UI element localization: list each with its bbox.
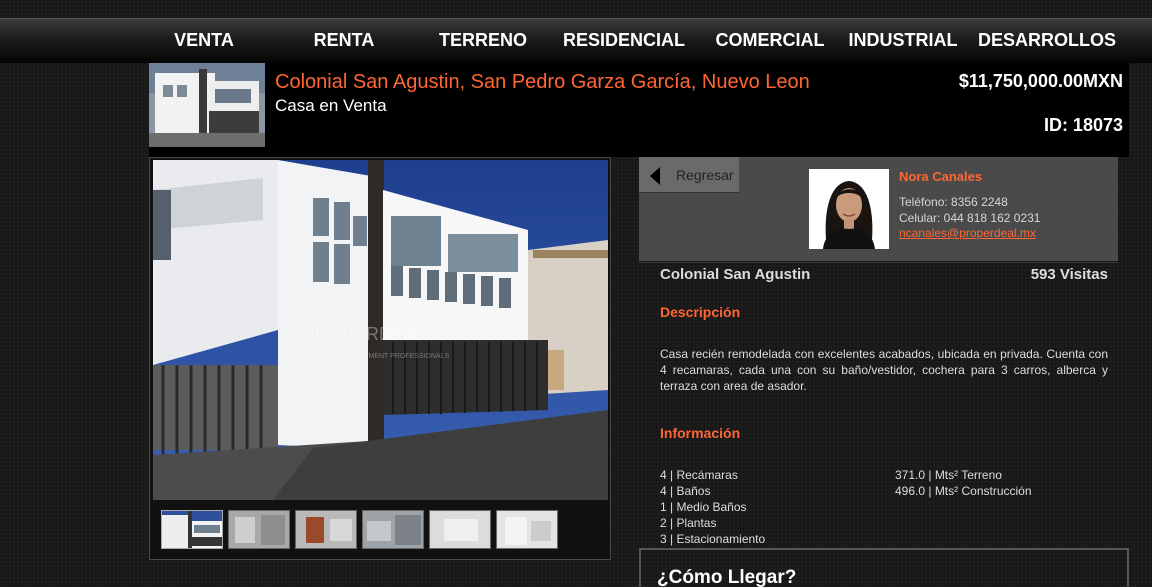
gallery-thumb-1[interactable] bbox=[161, 510, 223, 549]
visit-count: 593 Visitas bbox=[1030, 266, 1108, 283]
description-heading: Descripción bbox=[660, 304, 741, 320]
agent-avatar bbox=[809, 169, 889, 249]
spec-bathrooms: 4 | Baños bbox=[660, 484, 711, 498]
divider bbox=[639, 262, 1118, 263]
main-photo[interactable]: PROPERDEAL PROPERTY INVESTMENT PROFESSIO… bbox=[153, 160, 608, 500]
nav-comercial[interactable]: COMERCIAL bbox=[708, 19, 832, 64]
spec-half-baths: 1 | Medio Baños bbox=[660, 500, 747, 514]
agent-phone: Teléfono: 8356 2248 bbox=[899, 195, 1008, 209]
nav-industrial[interactable]: INDUSTRIAL bbox=[846, 19, 960, 64]
description-text: Casa recién remodelada con excelentes ac… bbox=[660, 347, 1108, 393]
listing-id: ID: 18073 bbox=[1043, 115, 1123, 135]
back-arrow-icon bbox=[650, 167, 660, 185]
listing-title: Colonial San Agustin, San Pedro Garza Ga… bbox=[275, 71, 810, 93]
listing-header: Colonial San Agustin, San Pedro Garza Ga… bbox=[149, 63, 1129, 157]
nav-venta[interactable]: VENTA bbox=[160, 19, 248, 64]
gallery-thumb-2[interactable] bbox=[228, 510, 290, 549]
spec-parking: 3 | Estacionamiento bbox=[660, 532, 766, 546]
nav-residencial[interactable]: RESIDENCIAL bbox=[560, 19, 688, 64]
gallery-thumb-4[interactable] bbox=[362, 510, 424, 549]
agent-email-link[interactable]: ncanales@properdeal.mx bbox=[899, 226, 1036, 240]
watermark-tagline: PROPERTY INVESTMENT PROFESSIONALS bbox=[303, 353, 450, 360]
gallery-thumb-5[interactable] bbox=[429, 510, 491, 549]
nav-desarrollos[interactable]: DESARROLLOS bbox=[978, 19, 1116, 64]
listing-thumbnail bbox=[149, 63, 265, 147]
spec-floors: 2 | Plantas bbox=[660, 516, 717, 530]
directions-panel: ¿Cómo Llegar? bbox=[639, 548, 1129, 587]
agent-cell: Celular: 044 818 162 0231 bbox=[899, 211, 1041, 225]
location-name: Colonial San Agustin bbox=[660, 266, 811, 283]
back-button[interactable]: Regresar bbox=[639, 157, 739, 193]
directions-title: ¿Cómo Llegar? bbox=[657, 567, 797, 587]
info-heading: Información bbox=[660, 425, 741, 441]
listing-price: $11,750,000.00MXN bbox=[958, 71, 1123, 91]
agent-panel: Regresar Nora Canales Teléfono: 8356 224… bbox=[639, 157, 1118, 261]
spec-bedrooms: 4 | Recámaras bbox=[660, 468, 738, 482]
photo-gallery: PROPERDEAL PROPERTY INVESTMENT PROFESSIO… bbox=[149, 157, 611, 560]
main-nav: VENTA RENTA TERRENO RESIDENCIAL COMERCIA… bbox=[0, 18, 1152, 63]
spec-built-area: 496.0 | Mts² Construcción bbox=[895, 484, 1032, 498]
spec-land-area: 371.0 | Mts² Terreno bbox=[895, 468, 1002, 482]
back-button-label: Regresar bbox=[676, 167, 734, 183]
listing-subtitle: Casa en Venta bbox=[275, 96, 387, 115]
agent-name: Nora Canales bbox=[899, 169, 983, 184]
nav-renta[interactable]: RENTA bbox=[300, 19, 388, 64]
nav-terreno[interactable]: TERRENO bbox=[430, 19, 536, 64]
gallery-thumb-6[interactable] bbox=[496, 510, 558, 549]
watermark-brand: PROPERDEAL bbox=[303, 324, 426, 344]
gallery-thumb-3[interactable] bbox=[295, 510, 357, 549]
